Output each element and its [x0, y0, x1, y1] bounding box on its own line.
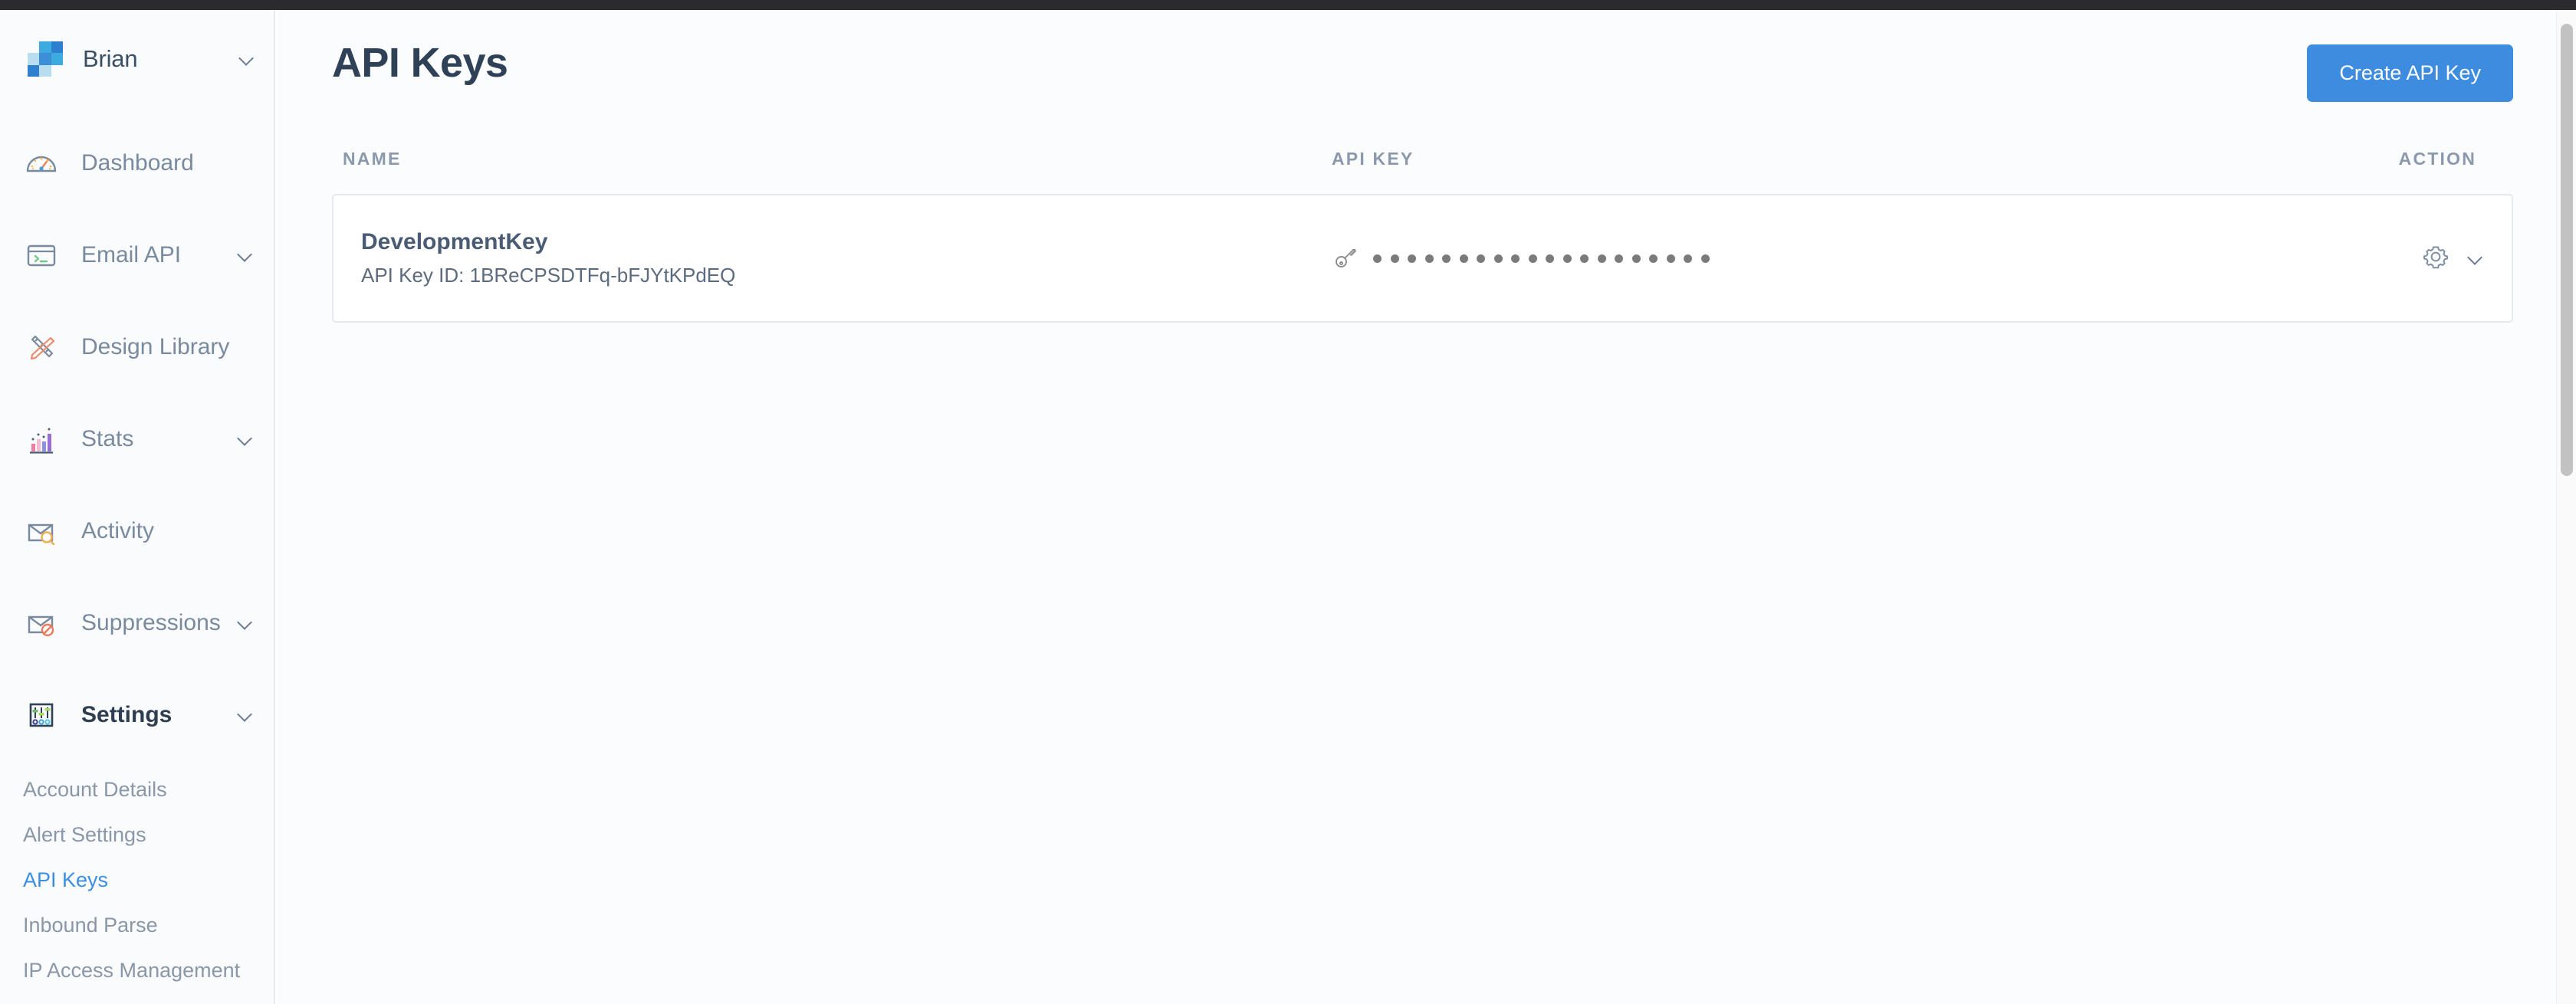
- column-header-action: ACTION: [2398, 148, 2476, 169]
- account-name: Brian: [83, 45, 138, 72]
- main-content: API Keys Create API Key NAME API KEY ACT…: [277, 10, 2576, 1004]
- scrollbar-thumb[interactable]: [2561, 24, 2573, 476]
- sidebar-item-email-api[interactable]: Email API: [0, 209, 274, 301]
- bar-chart-icon: [23, 421, 60, 458]
- sidebar-item-label: Stats: [81, 426, 134, 451]
- sidebar: Brian Dashboard Email API Design Library…: [0, 10, 275, 1004]
- table-row[interactable]: DevelopmentKey API Key ID: 1BReCPSDTFq-b…: [332, 194, 2513, 323]
- api-keys-table: NAME API KEY ACTION DevelopmentKey API K…: [277, 142, 2576, 323]
- sidebar-item-stats[interactable]: Stats: [0, 393, 274, 485]
- page-scrollbar[interactable]: [2556, 10, 2576, 1004]
- cell-action: [2284, 242, 2501, 275]
- chevron-down-icon[interactable]: [237, 248, 254, 262]
- browser-top-bar: [0, 0, 2576, 10]
- chevron-down-icon[interactable]: [237, 432, 254, 446]
- column-header-apikey: API KEY: [1332, 148, 1414, 169]
- page-header: API Keys Create API Key: [277, 10, 2576, 102]
- pencil-ruler-icon: [23, 329, 60, 366]
- chevron-down-icon[interactable]: [237, 708, 254, 722]
- sliders-icon: [23, 697, 60, 733]
- envelope-search-icon: [23, 513, 60, 550]
- sidebar-item-suppressions[interactable]: Suppressions: [0, 577, 274, 669]
- chevron-down-icon[interactable]: [2467, 251, 2484, 265]
- sidebar-item-settings[interactable]: Settings: [0, 669, 274, 761]
- sendgrid-logo-icon: [28, 41, 63, 77]
- submenu-item-api-keys[interactable]: API Keys: [23, 858, 274, 903]
- sidebar-item-label: Suppressions: [81, 610, 221, 635]
- sidebar-item-label: Email API: [81, 242, 182, 267]
- sidebar-item-dashboard[interactable]: Dashboard: [0, 117, 274, 209]
- gear-icon[interactable]: [2421, 242, 2450, 275]
- gauge-icon: [23, 145, 60, 182]
- sidebar-item-label: Dashboard: [81, 150, 194, 176]
- chevron-down-icon[interactable]: [238, 52, 255, 66]
- sidebar-item-label: Activity: [81, 518, 155, 543]
- account-switcher[interactable]: Brian: [0, 24, 274, 94]
- key-icon: [1333, 244, 1359, 274]
- sidebar-item-label: Design Library: [81, 334, 230, 359]
- api-key-name: DevelopmentKey: [361, 229, 548, 254]
- submenu-item-inbound-parse[interactable]: Inbound Parse: [23, 903, 274, 948]
- sidebar-item-activity[interactable]: Activity: [0, 485, 274, 577]
- code-window-icon: [23, 237, 60, 274]
- submenu-item-account-details[interactable]: Account Details: [23, 767, 274, 812]
- app-root: Brian Dashboard Email API Design Library…: [0, 0, 2576, 1004]
- sidebar-nav: Dashboard Email API Design Library Stats…: [0, 117, 274, 993]
- cell-name: DevelopmentKey API Key ID: 1BReCPSDTFq-b…: [344, 229, 1333, 287]
- settings-submenu: Account Details Alert Settings API Keys …: [0, 767, 274, 993]
- masked-api-key: [1373, 254, 1710, 263]
- api-key-id: API Key ID: 1BReCPSDTFq-bFJYtKPdEQ: [361, 264, 736, 287]
- envelope-blocked-icon: [23, 605, 60, 641]
- sidebar-item-label: Settings: [81, 702, 172, 727]
- create-api-key-button[interactable]: Create API Key: [2307, 44, 2513, 102]
- submenu-item-ip-access-management[interactable]: IP Access Management: [23, 948, 274, 993]
- chevron-down-icon[interactable]: [237, 616, 254, 630]
- sidebar-item-design-library[interactable]: Design Library: [0, 301, 274, 393]
- table-header-row: NAME API KEY ACTION: [332, 142, 2513, 176]
- cell-api-key: [1333, 244, 2284, 274]
- submenu-item-alert-settings[interactable]: Alert Settings: [23, 812, 274, 858]
- page-title: API Keys: [332, 40, 508, 86]
- column-header-name: NAME: [343, 148, 402, 169]
